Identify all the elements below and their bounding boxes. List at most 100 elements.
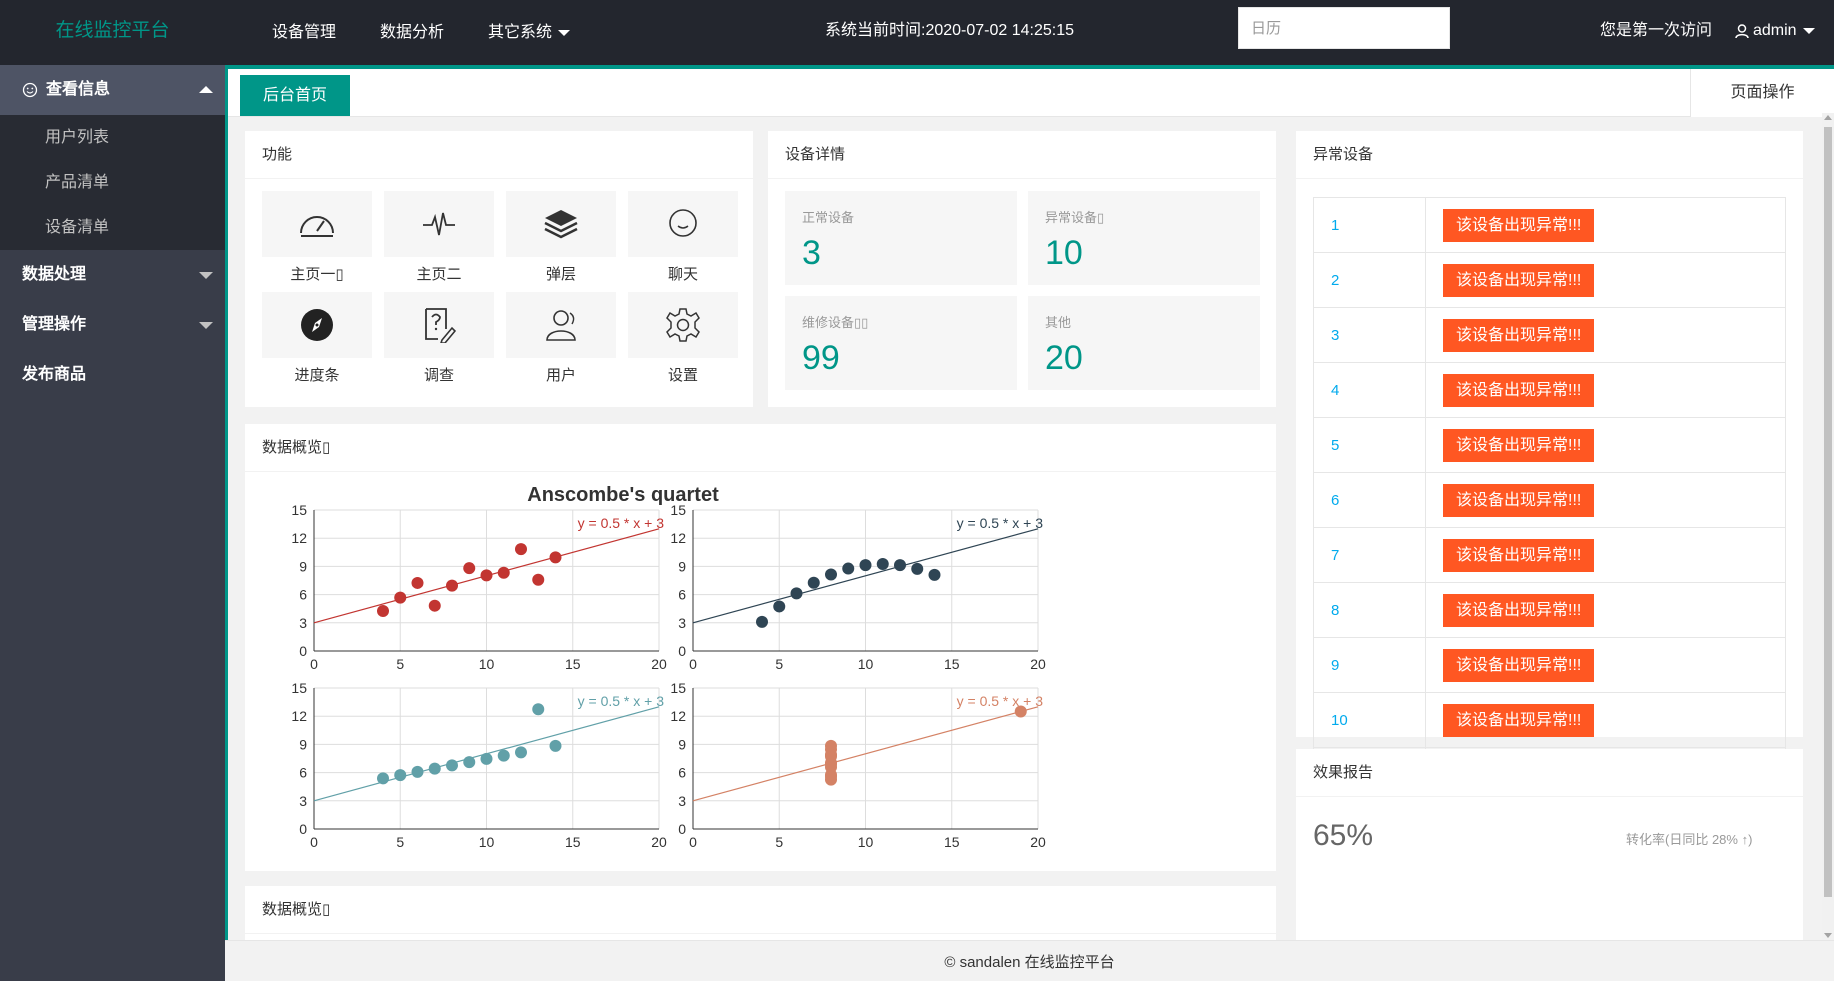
y-tick-label: 9: [299, 736, 307, 752]
sidebar-item-product-list[interactable]: 产品清单: [0, 160, 225, 205]
tab-home[interactable]: 后台首页: [240, 75, 351, 116]
sidebar-group-management: 管理操作: [0, 300, 225, 350]
regression-label: y = 0.5 * x + 3: [957, 693, 1044, 709]
sidebar-head-management[interactable]: 管理操作: [0, 300, 225, 350]
device-stat-repair[interactable]: 维修设备▯▯ 99: [785, 296, 1017, 390]
sidebar-item-device-list[interactable]: 设备清单: [0, 205, 225, 250]
logo[interactable]: 在线监控平台: [0, 0, 225, 65]
chevron-down-icon: [199, 322, 213, 329]
smile-icon: [22, 82, 38, 98]
func-item-users[interactable]: 用户: [506, 292, 616, 385]
func-icon-box: [384, 292, 494, 358]
func-label: 主页二: [416, 266, 462, 283]
anomaly-devices-card: 异常设备 1 该设备出现异常!!! 2 该设备出现异常!!! 3 该设备出现异常!!! 4 该…: [1296, 131, 1803, 822]
y-tick-label: 15: [291, 680, 307, 696]
anomaly-alert-button[interactable]: 该设备出现异常!!!: [1443, 263, 1595, 297]
nav-label: 设备管理: [272, 23, 337, 41]
anomaly-table: 1 该设备出现异常!!! 2 该设备出现异常!!! 3 该设备出现异常!!! 4 该设备出现异…: [1313, 197, 1786, 822]
anomaly-alert-button[interactable]: 该设备出现异常!!!: [1443, 208, 1595, 242]
device-stat-value: 20: [1045, 339, 1083, 377]
func-icon-box: [506, 191, 616, 257]
anomaly-action-cell: 该设备出现异常!!!: [1425, 252, 1786, 308]
y-tick-label: 9: [678, 558, 686, 574]
device-stat-other[interactable]: 其他 20: [1028, 296, 1260, 390]
card-title: 数据概览▯: [245, 424, 1276, 472]
scroll-up-icon[interactable]: [1824, 115, 1832, 120]
scrollbar[interactable]: [1822, 113, 1834, 940]
nav-device-management[interactable]: 设备管理: [250, 0, 358, 65]
sidebar-head-data-processing[interactable]: 数据处理: [0, 250, 225, 300]
func-label: 聊天: [667, 266, 698, 283]
func-item-progress[interactable]: 进度条: [262, 292, 372, 385]
scatter-point: [377, 604, 389, 617]
func-item-chat[interactable]: 聊天: [628, 191, 738, 284]
anomaly-action-cell: 该设备出现异常!!!: [1425, 582, 1786, 638]
func-item-survey[interactable]: 调查: [384, 292, 494, 385]
anomaly-action-cell: 该设备出现异常!!!: [1425, 692, 1786, 748]
scatter-point: [515, 543, 527, 556]
x-tick-label: 15: [565, 834, 581, 850]
anomaly-row: 9 该设备出现异常!!!: [1313, 637, 1786, 693]
anomaly-alert-button[interactable]: 该设备出现异常!!!: [1443, 648, 1595, 682]
device-stat-label: 其他: [1045, 315, 1072, 330]
scatter-point: [825, 770, 837, 783]
card-title: 异常设备: [1296, 131, 1803, 179]
anomaly-alert-button[interactable]: 该设备出现异常!!!: [1443, 373, 1595, 407]
anomaly-alert-button[interactable]: 该设备出现异常!!!: [1443, 703, 1595, 737]
anomaly-index: 8: [1313, 582, 1426, 638]
sidebar-head-publish[interactable]: 发布商品: [0, 350, 225, 400]
report-rate-note: 转化率(日同比 28% ↑): [1626, 832, 1753, 847]
function-card: 功能 主页一▯ 主页二 弹层 聊天 进度条 调查 用户 设置: [245, 131, 753, 407]
sidebar-item-user-list[interactable]: 用户列表: [0, 115, 225, 160]
scatter-point: [773, 600, 786, 613]
scatter-point: [1014, 705, 1027, 718]
calendar-input[interactable]: [1238, 7, 1450, 49]
x-tick-label: 5: [775, 656, 783, 672]
y-tick-label: 0: [299, 643, 307, 659]
device-stat-abnormal[interactable]: 异常设备▯ 10: [1028, 191, 1260, 285]
y-tick-label: 6: [678, 765, 686, 781]
func-icon-box: [628, 292, 738, 358]
anomaly-alert-button[interactable]: 该设备出现异常!!!: [1443, 593, 1595, 627]
anomaly-action-cell: 该设备出现异常!!!: [1425, 472, 1786, 528]
card-title: 功能: [245, 131, 753, 179]
y-tick-label: 6: [678, 587, 686, 603]
y-tick-label: 12: [670, 708, 686, 724]
scatter-point: [825, 568, 837, 581]
scrollbar-thumb[interactable]: [1824, 127, 1832, 897]
func-item-home1[interactable]: 主页一▯: [262, 191, 372, 284]
anomaly-index: 7: [1313, 527, 1426, 583]
chevron-down-icon: [199, 272, 213, 279]
layers-icon: [544, 210, 578, 239]
nav-data-analysis[interactable]: 数据分析: [358, 0, 466, 65]
scatter-point: [532, 573, 545, 586]
y-tick-label: 3: [299, 793, 307, 809]
chevron-up-icon: [199, 86, 213, 93]
anomaly-alert-button[interactable]: 该设备出现异常!!!: [1443, 428, 1595, 462]
anomaly-alert-button[interactable]: 该设备出现异常!!!: [1443, 318, 1595, 352]
user-menu[interactable]: admin: [1735, 0, 1815, 62]
anomaly-action-cell: 该设备出现异常!!!: [1425, 362, 1786, 418]
scatter-point: [463, 756, 476, 769]
func-label: 设置: [667, 367, 698, 384]
visit-text: 您是第一次访问: [1600, 22, 1713, 39]
anomaly-alert-button[interactable]: 该设备出现异常!!!: [1443, 538, 1595, 572]
page-operations-button[interactable]: 页面操作: [1690, 69, 1834, 117]
scatter-point: [549, 551, 562, 564]
func-item-home2[interactable]: 主页二: [384, 191, 494, 284]
scatter-point: [480, 569, 493, 582]
anscombe-chart: Anscombe's quartet0 5 10 15 2003691215y = 0.…: [291, 484, 1046, 850]
nav-other-systems[interactable]: 其它系统: [466, 0, 592, 65]
dashboard-icon: [300, 216, 334, 237]
anomaly-alert-button[interactable]: 该设备出现异常!!!: [1443, 483, 1595, 517]
scroll-down-icon[interactable]: [1824, 933, 1832, 938]
device-stat-value: 99: [802, 339, 840, 377]
func-item-settings[interactable]: 设置: [628, 292, 738, 385]
y-tick-label: 6: [299, 765, 307, 781]
x-tick-label: 15: [944, 834, 960, 850]
func-item-layer[interactable]: 弹层: [506, 191, 616, 284]
sidebar-head-view-info[interactable]: 查看信息: [0, 65, 225, 115]
y-tick-label: 15: [670, 502, 686, 518]
device-stat-normal[interactable]: 正常设备 3: [785, 191, 1017, 285]
sidebar-group-view-info: 查看信息 用户列表 产品清单 设备清单: [0, 65, 225, 250]
